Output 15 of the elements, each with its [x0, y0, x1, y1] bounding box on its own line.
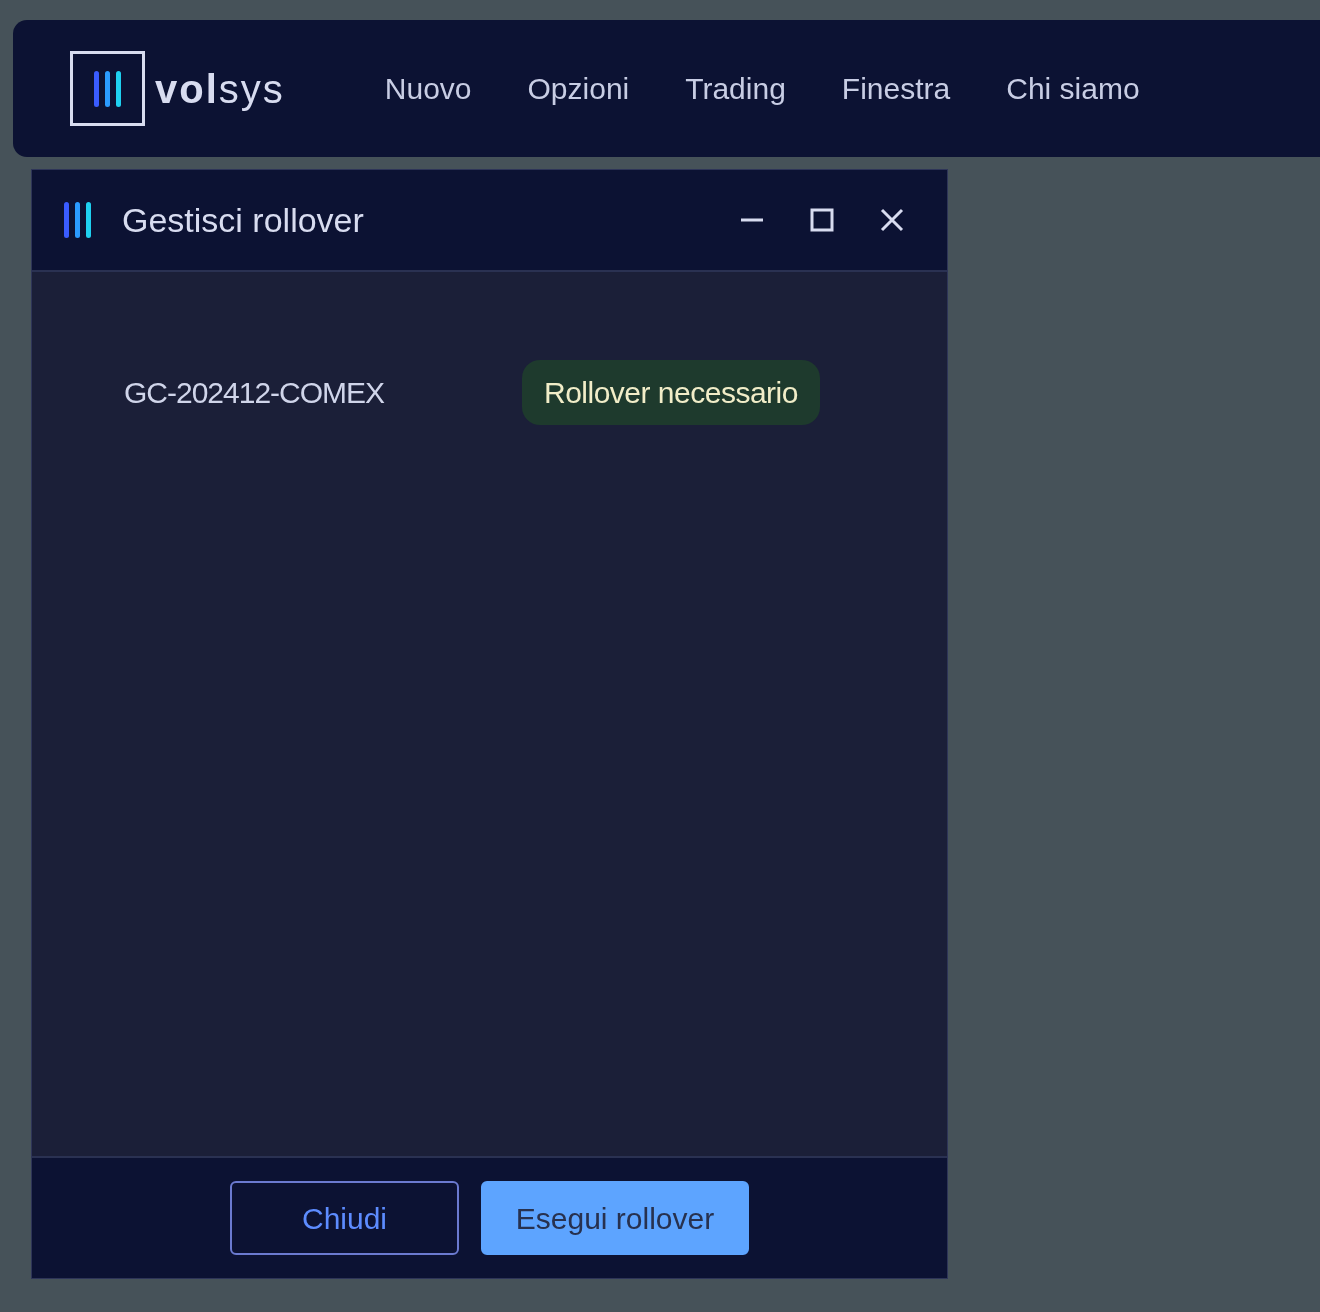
menu-item[interactable]: Finestra — [841, 66, 951, 111]
maximize-icon — [809, 207, 835, 233]
minimize-icon — [739, 218, 765, 222]
contract-name: GC-202412-COMEX — [124, 375, 386, 411]
status-badge: Rollover necessario — [522, 360, 820, 425]
brand-name: volsys — [155, 68, 285, 109]
close-dialog-button[interactable]: Chiudi — [230, 1181, 459, 1255]
menu-item[interactable]: Nuovo — [384, 66, 472, 111]
window-title: Gestisci rollover — [122, 199, 365, 241]
menu-item[interactable]: Opzioni — [527, 66, 630, 111]
rollover-button[interactable]: Esegui rollover — [481, 1181, 749, 1255]
close-icon — [879, 207, 905, 233]
menu-item[interactable]: Trading — [685, 66, 786, 111]
menu-item[interactable]: Chi siamo — [1006, 66, 1140, 111]
logo-icon — [70, 51, 145, 126]
